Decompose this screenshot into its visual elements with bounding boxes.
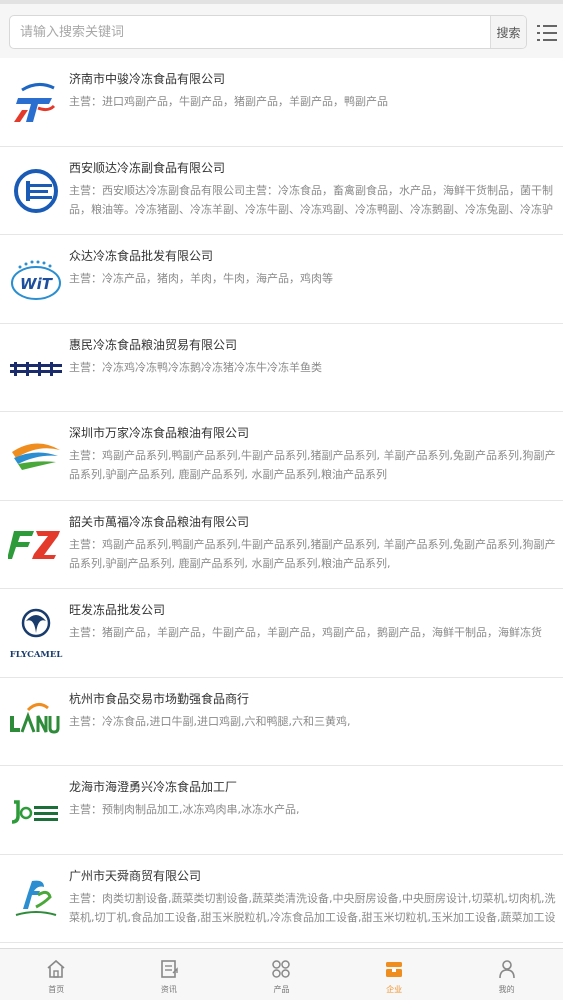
grid-icon xyxy=(272,960,291,978)
company-list-item[interactable]: 杭州市食品交易市场勤强食品商行 主营：冷冻食品,进口牛副,进口鸡副,六和鸭腿,六… xyxy=(0,678,563,766)
wit-logo-icon: WiT xyxy=(11,260,61,300)
company-list-item[interactable]: 惠民冷冻食品粮油贸易有限公司 主营：冷冻鸡冷冻鸭冷冻鹅冷冻猪冷冻牛冷冻羊鱼类 xyxy=(0,324,563,412)
langjun-logo-icon xyxy=(10,702,60,734)
news-icon xyxy=(161,960,178,978)
company-list-item[interactable]: 济南市中骏冷冻食品有限公司 主营：进口鸡副产品，牛副产品，猪副产品，羊副产品，鸭… xyxy=(0,58,563,147)
company-description: 主营：预制肉制品加工,冰冻鸡肉串,冰冻水产品, xyxy=(69,803,300,816)
company-name: 龙海市海澄勇兴冷冻食品加工厂 xyxy=(69,780,238,794)
company-description: 主营：肉类切割设备,蔬菜类切割设备,蔬菜类清洗设备,中央厨房设备,中央厨房设计,… xyxy=(69,891,556,924)
company-list-item[interactable]: 韶关市萬福冷冻食品粮油有限公司 主营：鸡副产品系列,鸭副产品系列,牛副产品系列,… xyxy=(0,501,563,589)
tab-news[interactable]: 资讯 xyxy=(113,949,226,1000)
svg-text:FLYCAMEL: FLYCAMEL xyxy=(10,650,63,660)
company-name: 广州市天舜商贸有限公司 xyxy=(69,868,202,883)
company-description: 主营：冷冻产品，猪肉，羊肉，牛肉，海产品，鸡肉等 xyxy=(69,272,333,285)
company-list-item[interactable]: 广州市天舜商贸有限公司 主营：肉类切割设备,蔬菜类切割设备,蔬菜类清洗设备,中央… xyxy=(0,855,563,943)
tab-mine[interactable]: 我的 xyxy=(450,949,563,1000)
company-name: 深圳市万家冷冻食品粮油有限公司 xyxy=(69,426,250,440)
list-menu-icon[interactable] xyxy=(537,23,557,43)
search-button[interactable]: 搜索 xyxy=(490,16,526,48)
flycamel-logo-icon: FLYCAMEL xyxy=(10,608,63,660)
tab-label: 首页 xyxy=(48,985,65,994)
company-description: 主营：西安顺达冷冻副食品有限公司主营：冷冻食品，畜禽副食品，水产品，海鲜干货制品… xyxy=(69,183,553,216)
company-list-item[interactable]: WiT 众达冷冻食品批发有限公司 主营：冷冻产品，猪肉，羊肉，牛肉，海产品，鸡肉… xyxy=(0,235,563,324)
tab-companies[interactable]: 企业 xyxy=(338,949,451,1000)
joheng-logo-icon xyxy=(11,800,58,824)
company-list-item[interactable]: 深圳市万家冷冻食品粮油有限公司 主营：鸡副产品系列,鸭副产品系列,牛副产品系列,… xyxy=(0,412,563,501)
building-icon xyxy=(386,962,403,977)
fz-logo-icon xyxy=(8,530,60,559)
svg-text:WiT: WiT xyxy=(20,275,54,293)
home-icon xyxy=(47,959,65,978)
tab-home[interactable]: 首页 xyxy=(0,949,113,1000)
company-list: 济南市中骏冷冻食品有限公司 主营：进口鸡副产品，牛副产品，猪副产品，羊副产品，鸭… xyxy=(0,58,563,943)
company-list-item[interactable]: 龙海市海澄勇兴冷冻食品加工厂 主营：预制肉制品加工,冰冻鸡肉串,冰冻水产品, xyxy=(0,766,563,855)
user-icon xyxy=(498,960,515,979)
tab-label: 我的 xyxy=(498,985,515,994)
company-description: 主营：冷冻食品,进口牛副,进口鸡副,六和鸭腿,六和三黄鸡, xyxy=(69,714,351,728)
company-description: 主营：鸡副产品系列,鸭副产品系列,牛副产品系列,猪副产品系列, 羊副产品系列,兔… xyxy=(69,449,556,481)
company-description: 主营：猪副产品，羊副产品，牛副产品，羊副产品，鸡副产品，鹅副产品，海鲜干制品，海… xyxy=(69,626,542,639)
company-name: 旺发冻品批发公司 xyxy=(69,603,166,617)
tab-label: 资讯 xyxy=(160,985,177,994)
santa-logo-icon xyxy=(15,880,57,916)
company-list-item[interactable]: 西安顺达冷冻副食品有限公司 主营：西安顺达冷冻副食品有限公司主营：冷冻食品，畜禽… xyxy=(0,147,563,235)
company-name: 西安顺达冷冻副食品有限公司 xyxy=(69,160,226,175)
top-bar: 搜索 xyxy=(0,0,563,58)
search-box: 搜索 xyxy=(9,15,527,49)
toyozak-logo-icon xyxy=(8,361,64,376)
bottom-tab-bar: 首页 资讯 产品 企业 我的 xyxy=(0,948,563,1000)
company-name: 济南市中骏冷冻食品有限公司 xyxy=(69,72,226,86)
company-name: 杭州市食品交易市场勤强食品商行 xyxy=(69,691,250,706)
company-description: 主营：进口鸡副产品，牛副产品，猪副产品，羊副产品，鸭副产品 xyxy=(69,95,388,108)
company-description: 主营：鸡副产品系列,鸭副产品系列,牛副产品系列,猪副产品系列, 羊副产品系列,兔… xyxy=(69,537,556,570)
tab-label: 产品 xyxy=(273,985,290,994)
company-description: 主营：冷冻鸡冷冻鸭冷冻鹅冷冻猪冷冻牛冷冻羊鱼类 xyxy=(69,360,322,374)
company-name: 韶关市萬福冷冻食品粮油有限公司 xyxy=(69,514,250,529)
sd-logo-icon xyxy=(14,168,58,213)
search-input[interactable] xyxy=(10,16,490,48)
tab-label: 企业 xyxy=(386,985,403,994)
company-name: 惠民冷冻食品粮油贸易有限公司 xyxy=(69,337,238,352)
wanjia-logo-icon xyxy=(12,443,60,470)
tab-products[interactable]: 产品 xyxy=(225,949,338,1000)
jt-logo-icon xyxy=(14,83,56,122)
company-list-item[interactable]: FLYCAMEL 旺发冻品批发公司 主营：猪副产品，羊副产品，牛副产品，羊副产品… xyxy=(0,589,563,678)
company-name: 众达冷冻食品批发有限公司 xyxy=(69,249,214,263)
